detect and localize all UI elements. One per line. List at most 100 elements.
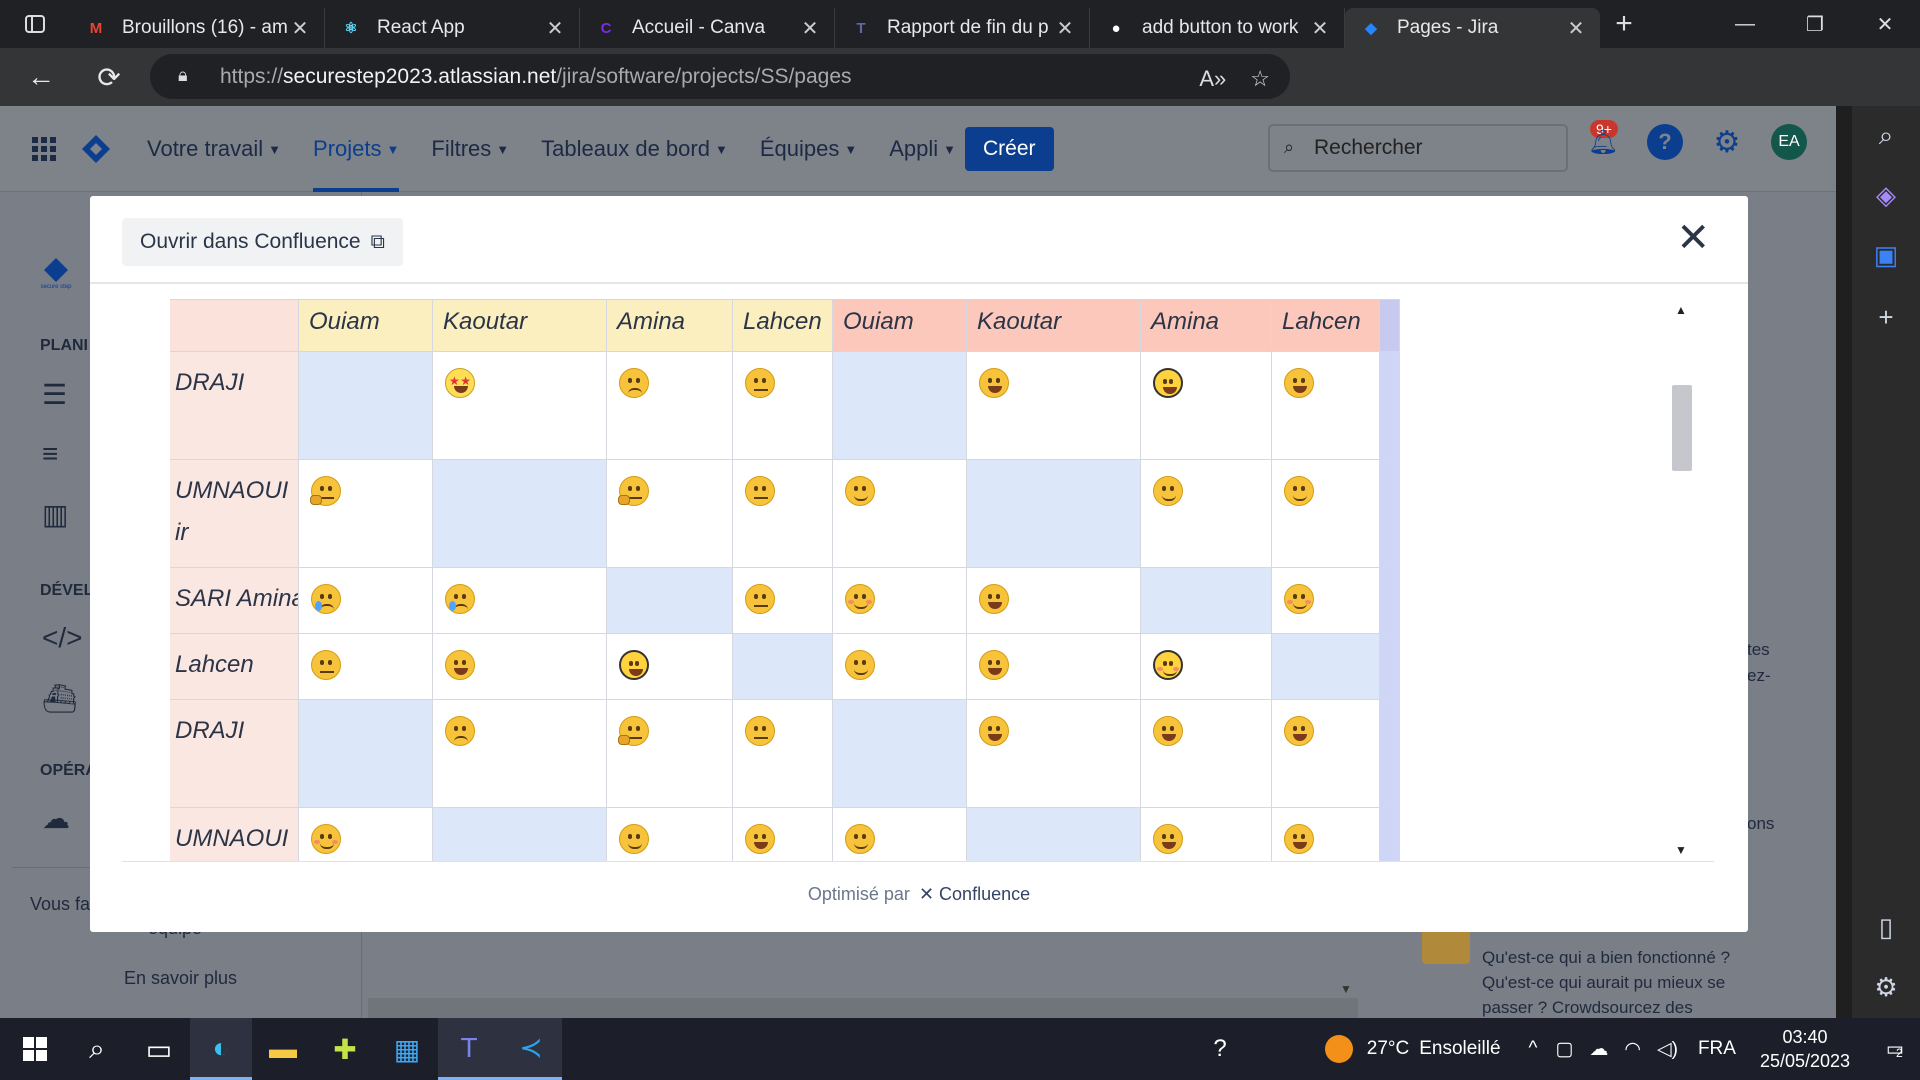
mood-cell[interactable] bbox=[1271, 351, 1380, 460]
mood-cell[interactable] bbox=[966, 699, 1141, 808]
retro-table-viewport[interactable]: Ouiam Kaoutar Amina Lahcen Ouiam Kaoutar Amina… bbox=[170, 299, 1624, 861]
close-tab-icon[interactable]: ✕ bbox=[800, 16, 820, 41]
teams-taskbar-icon[interactable]: T bbox=[438, 1018, 500, 1080]
mood-cell[interactable] bbox=[832, 633, 967, 700]
minimize-icon[interactable]: — bbox=[1710, 0, 1780, 48]
mood-cell[interactable] bbox=[966, 807, 1141, 861]
add-icon[interactable]: + bbox=[1852, 302, 1920, 333]
browser-tab[interactable]: ● add button to work ✕ bbox=[1090, 8, 1345, 48]
store-icon[interactable]: ▦ bbox=[376, 1018, 438, 1080]
mood-cell[interactable] bbox=[1271, 459, 1380, 568]
xmind-icon[interactable]: ✚ bbox=[314, 1018, 376, 1080]
mood-cell[interactable] bbox=[1271, 807, 1380, 861]
browser-tab[interactable]: C Accueil - Canva ✕ bbox=[580, 8, 835, 48]
mood-cell[interactable] bbox=[732, 567, 833, 634]
mood-cell[interactable] bbox=[732, 699, 833, 808]
code-icon[interactable]: </> bbox=[42, 622, 82, 654]
clock[interactable]: 03:40 25/05/2023 bbox=[1760, 1025, 1850, 1073]
user-avatar[interactable]: EA bbox=[1771, 124, 1807, 160]
mood-cell[interactable] bbox=[432, 567, 607, 634]
open-in-confluence-button[interactable]: Ouvrir dans Confluence ⧉ bbox=[122, 218, 403, 266]
read-aloud-icon[interactable]: A» bbox=[1199, 66, 1226, 92]
mood-cell[interactable] bbox=[966, 633, 1141, 700]
close-tab-icon[interactable]: ✕ bbox=[1566, 16, 1586, 41]
vscode-icon[interactable]: ≺ bbox=[500, 1018, 562, 1080]
new-tab-button[interactable]: + bbox=[1600, 7, 1648, 41]
mood-cell[interactable] bbox=[832, 699, 967, 808]
project-logo[interactable]: secure step bbox=[38, 254, 74, 290]
edge-taskbar-icon[interactable]: ◐ bbox=[190, 1018, 252, 1080]
browser-tab[interactable]: M Brouillons (16) - am ✕ bbox=[70, 8, 325, 48]
settings-icon[interactable]: ⚙ bbox=[1852, 972, 1920, 1003]
sidebar-toggle-icon[interactable]: ▯ bbox=[1852, 912, 1920, 943]
close-tab-icon[interactable]: ✕ bbox=[1310, 16, 1330, 41]
help-icon[interactable]: ? bbox=[1647, 124, 1683, 160]
start-icon[interactable] bbox=[4, 1018, 66, 1080]
scroll-down-icon[interactable]: ▼ bbox=[1675, 843, 1687, 857]
app-switcher-icon[interactable] bbox=[30, 106, 58, 192]
mood-cell[interactable] bbox=[298, 459, 433, 568]
settings-gear-icon[interactable]: ⚙ bbox=[1709, 124, 1745, 160]
jira-search-input[interactable]: ⌕ Rechercher bbox=[1268, 124, 1568, 172]
mood-cell[interactable] bbox=[1140, 567, 1272, 634]
notification-icon[interactable]: 🔔︎ bbox=[1585, 124, 1621, 160]
outlook-icon[interactable]: ▣ bbox=[1852, 240, 1920, 271]
mood-cell[interactable] bbox=[1140, 351, 1272, 460]
mood-cell[interactable] bbox=[606, 699, 733, 808]
mood-cell[interactable] bbox=[1140, 807, 1272, 861]
mood-cell[interactable] bbox=[606, 567, 733, 634]
notification-center-icon[interactable]: ▭ 2 bbox=[1886, 1038, 1904, 1061]
mood-cell[interactable] bbox=[732, 459, 833, 568]
page-hscrollbar[interactable] bbox=[368, 998, 1358, 1018]
board-icon[interactable]: ▥ bbox=[42, 498, 68, 531]
nav-item[interactable]: Projets ▼ bbox=[313, 106, 400, 192]
mood-cell[interactable] bbox=[1271, 567, 1380, 634]
browser-tab[interactable]: ◆ Pages - Jira ✕ bbox=[1345, 8, 1600, 48]
create-button[interactable]: Créer bbox=[965, 127, 1054, 171]
confluence-brand-link[interactable]: ✕ Confluence bbox=[919, 884, 1030, 904]
language-indicator[interactable]: FRA bbox=[1698, 1038, 1736, 1060]
mood-cell[interactable] bbox=[606, 633, 733, 700]
mood-cell[interactable] bbox=[298, 807, 433, 861]
mood-cell[interactable] bbox=[298, 633, 433, 700]
weather-temp[interactable]: 27°C bbox=[1367, 1038, 1409, 1060]
search-icon[interactable]: ⌕ bbox=[66, 1018, 128, 1080]
volume-icon[interactable]: ◁) bbox=[1657, 1038, 1678, 1061]
search-icon[interactable]: ⌕ bbox=[1852, 120, 1920, 152]
task-view-icon[interactable]: ▭ bbox=[128, 1018, 190, 1080]
mood-cell[interactable] bbox=[1140, 633, 1272, 700]
refresh-icon[interactable]: ⟳ bbox=[78, 48, 140, 106]
modal-vscrollbar[interactable]: ▲ ▼ bbox=[1670, 299, 1694, 861]
mood-cell[interactable] bbox=[606, 459, 733, 568]
mood-cell[interactable] bbox=[966, 351, 1141, 460]
onedrive-icon[interactable]: ☁ bbox=[1589, 1038, 1608, 1061]
deploy-icon[interactable]: ☁ bbox=[42, 802, 70, 835]
mood-cell[interactable]: ★ ★ bbox=[432, 351, 607, 460]
nav-item[interactable]: Équipes ▼ bbox=[760, 136, 857, 162]
mood-cell[interactable] bbox=[432, 699, 607, 808]
mood-cell[interactable] bbox=[832, 567, 967, 634]
mood-cell[interactable] bbox=[432, 459, 607, 568]
mood-cell[interactable] bbox=[432, 633, 607, 700]
nav-item[interactable]: Appli ▼ bbox=[889, 136, 956, 162]
close-tab-icon[interactable]: ✕ bbox=[290, 16, 310, 41]
tray-chevron-icon[interactable]: ^ bbox=[1529, 1038, 1538, 1060]
add-favorite-icon[interactable]: ☆ bbox=[1250, 66, 1270, 92]
close-window-icon[interactable]: ✕ bbox=[1850, 0, 1920, 48]
learn-more-link[interactable]: En savoir plus bbox=[124, 968, 237, 989]
mood-cell[interactable] bbox=[606, 807, 733, 861]
file-explorer-icon[interactable]: ▬ bbox=[252, 1018, 314, 1080]
mood-cell[interactable] bbox=[832, 459, 967, 568]
releases-icon[interactable]: ⛴ bbox=[42, 682, 78, 715]
nav-item[interactable]: Filtres ▼ bbox=[431, 136, 509, 162]
back-icon[interactable]: ← bbox=[10, 48, 72, 106]
tab-actions-icon[interactable] bbox=[0, 0, 70, 48]
mood-cell[interactable] bbox=[1271, 699, 1380, 808]
mood-cell[interactable] bbox=[966, 459, 1141, 568]
jira-logo-icon[interactable] bbox=[80, 106, 112, 192]
mood-cell[interactable] bbox=[966, 567, 1141, 634]
browser-tab[interactable]: ⚛ React App ✕ bbox=[325, 8, 580, 48]
restore-icon[interactable]: ❐ bbox=[1780, 0, 1850, 48]
weather-text[interactable]: Ensoleillé bbox=[1419, 1038, 1500, 1060]
mood-cell[interactable] bbox=[606, 351, 733, 460]
